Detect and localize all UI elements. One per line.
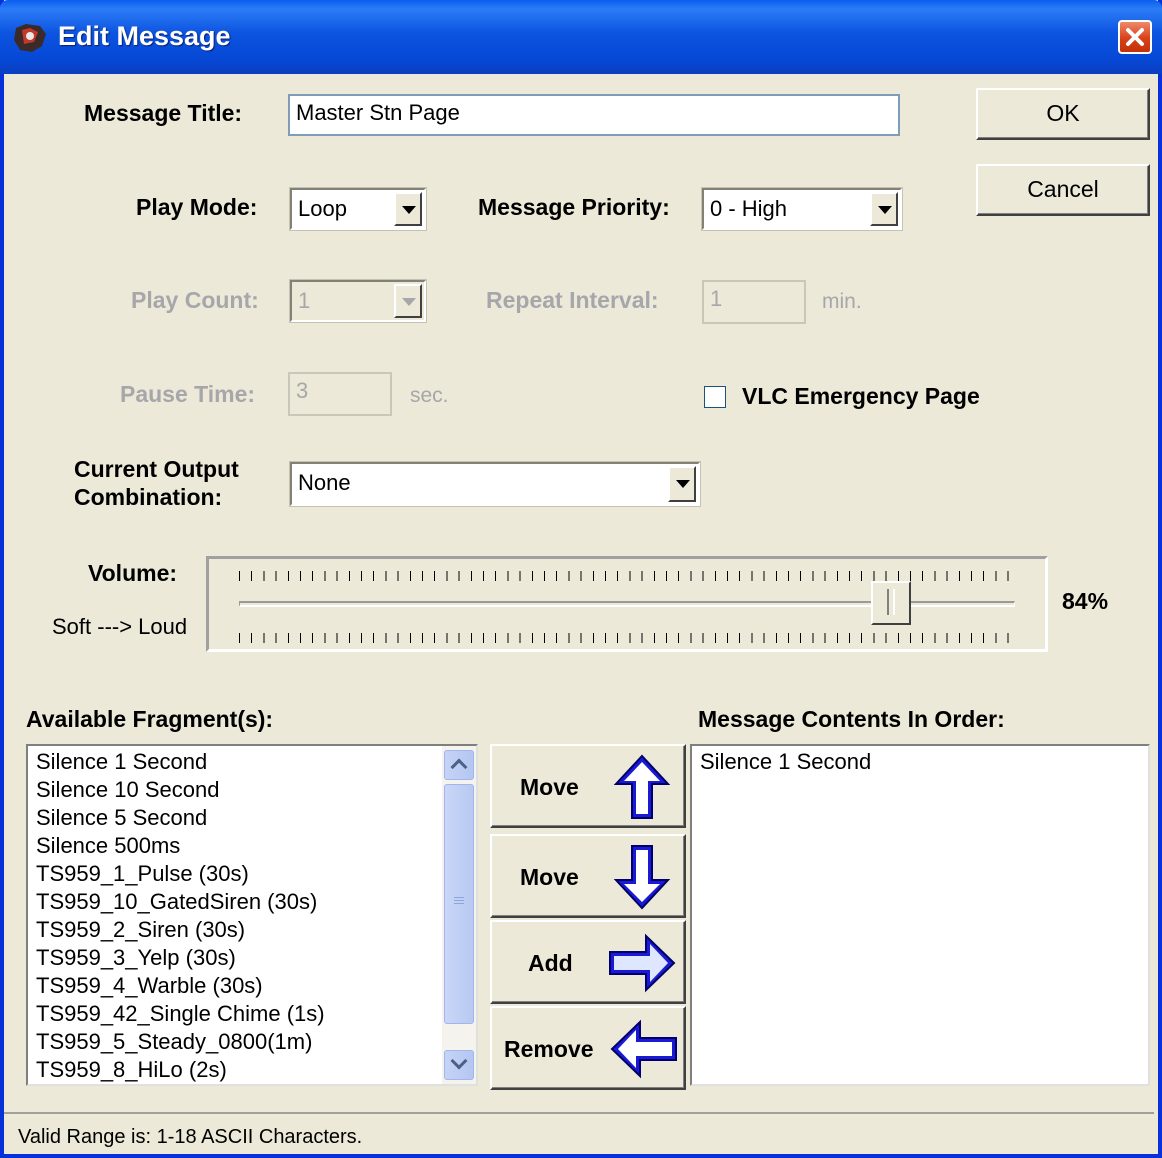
scroll-down-icon[interactable] [444,1050,474,1080]
close-icon [1126,28,1144,46]
play-count-select[interactable]: 1 [289,279,427,323]
message-contents-items: Silence 1 Second [692,748,1148,776]
arrow-up-icon [613,754,671,819]
arrow-down-icon [613,845,671,910]
chevron-down-icon[interactable] [668,466,696,502]
status-bar: Valid Range is: 1-18 ASCII Characters. [4,1112,1154,1154]
available-fragments-items: Silence 1 Second Silence 10 Second Silence… [28,748,442,1084]
vlc-emergency-checkbox[interactable] [704,386,726,408]
window-title: Edit Message [58,21,231,51]
list-item[interactable]: Silence 1 Second [692,748,1148,776]
list-item[interactable]: TS959_2_Siren (30s) [28,916,442,944]
move-up-button[interactable]: Move [490,744,686,828]
add-button[interactable]: Add [490,920,686,1004]
output-combination-label-line1: Current Output [74,456,239,482]
scroll-thumb[interactable] [444,784,474,1024]
message-priority-label: Message Priority: [478,194,670,220]
add-label: Add [528,950,573,976]
remove-button[interactable]: Remove [490,1006,686,1090]
list-item[interactable]: Silence 500ms [28,832,442,860]
list-item[interactable]: TS959_3_Yelp (30s) [28,944,442,972]
vlc-emergency-label: VLC Emergency Page [742,383,980,409]
message-contents-list[interactable]: Silence 1 Second [690,744,1150,1086]
list-item[interactable]: TS959_4_Warble (30s) [28,972,442,1000]
list-item[interactable]: TS959_5_Steady_0800(1m) [28,1028,442,1056]
message-priority-select[interactable]: 0 - High [701,187,903,231]
message-title-label: Message Title: [84,100,243,126]
move-down-label: Move [520,864,579,890]
output-combination-label-line2: Combination: [74,484,223,510]
message-contents-label: Message Contents In Order: [698,706,1005,732]
move-up-label: Move [520,774,579,800]
move-down-button[interactable]: Move [490,834,686,918]
available-fragments-list[interactable]: Silence 1 Second Silence 10 Second Silence… [26,744,478,1086]
status-text: Valid Range is: 1-18 ASCII Characters. [18,1126,363,1148]
pause-time-unit: sec. [410,384,449,407]
pause-time-label: Pause Time: [120,381,256,407]
remove-label: Remove [504,1036,594,1062]
volume-label: Volume: [88,560,178,586]
list-item[interactable]: TS959_10_GatedSiren (30s) [28,888,442,916]
volume-slider[interactable] [206,556,1048,652]
volume-value: 84% [1062,588,1109,614]
slider-thumb[interactable] [870,581,911,625]
repeat-interval-unit: min. [822,290,862,313]
ok-button[interactable]: OK [976,88,1150,140]
chevron-down-icon[interactable] [394,192,422,226]
repeat-interval-input[interactable]: 1 [702,280,806,324]
play-mode-select[interactable]: Loop [289,187,427,231]
message-title-input[interactable]: Master Stn Page [288,94,900,136]
message-priority-value: 0 - High [710,196,788,221]
play-mode-value: Loop [298,196,347,221]
title-bar[interactable]: Edit Message [0,0,1162,74]
play-count-label: Play Count: [131,287,259,313]
chevron-down-icon[interactable] [394,284,422,318]
scrollbar[interactable] [442,746,476,1084]
pause-time-input[interactable]: 3 [288,372,392,416]
slider-ticks-top [239,571,1019,581]
scroll-up-icon[interactable] [444,750,474,780]
list-item[interactable]: TS959_1_Pulse (30s) [28,860,442,888]
available-fragments-label: Available Fragment(s): [26,706,274,732]
cancel-button[interactable]: Cancel [976,164,1150,216]
list-item[interactable]: TS959_8_HiLo (2s) [28,1056,442,1084]
arrow-right-icon [609,933,676,993]
slider-ticks-bottom [239,633,1019,643]
play-count-value: 1 [298,288,311,313]
close-button[interactable] [1118,20,1152,54]
chevron-down-icon[interactable] [870,192,898,226]
output-combination-select[interactable]: None [289,461,701,507]
play-mode-label: Play Mode: [136,194,258,220]
volume-sublabel: Soft ---> Loud [52,614,188,639]
app-icon [14,24,46,52]
output-combination-value: None [298,470,351,495]
arrow-left-icon [610,1019,677,1079]
list-item[interactable]: Silence 1 Second [28,748,442,776]
repeat-interval-label: Repeat Interval: [486,287,659,313]
list-item[interactable]: TS959_42_Single Chime (1s) [28,1000,442,1028]
list-item[interactable]: Silence 10 Second [28,776,442,804]
list-item[interactable]: Silence 5 Second [28,804,442,832]
